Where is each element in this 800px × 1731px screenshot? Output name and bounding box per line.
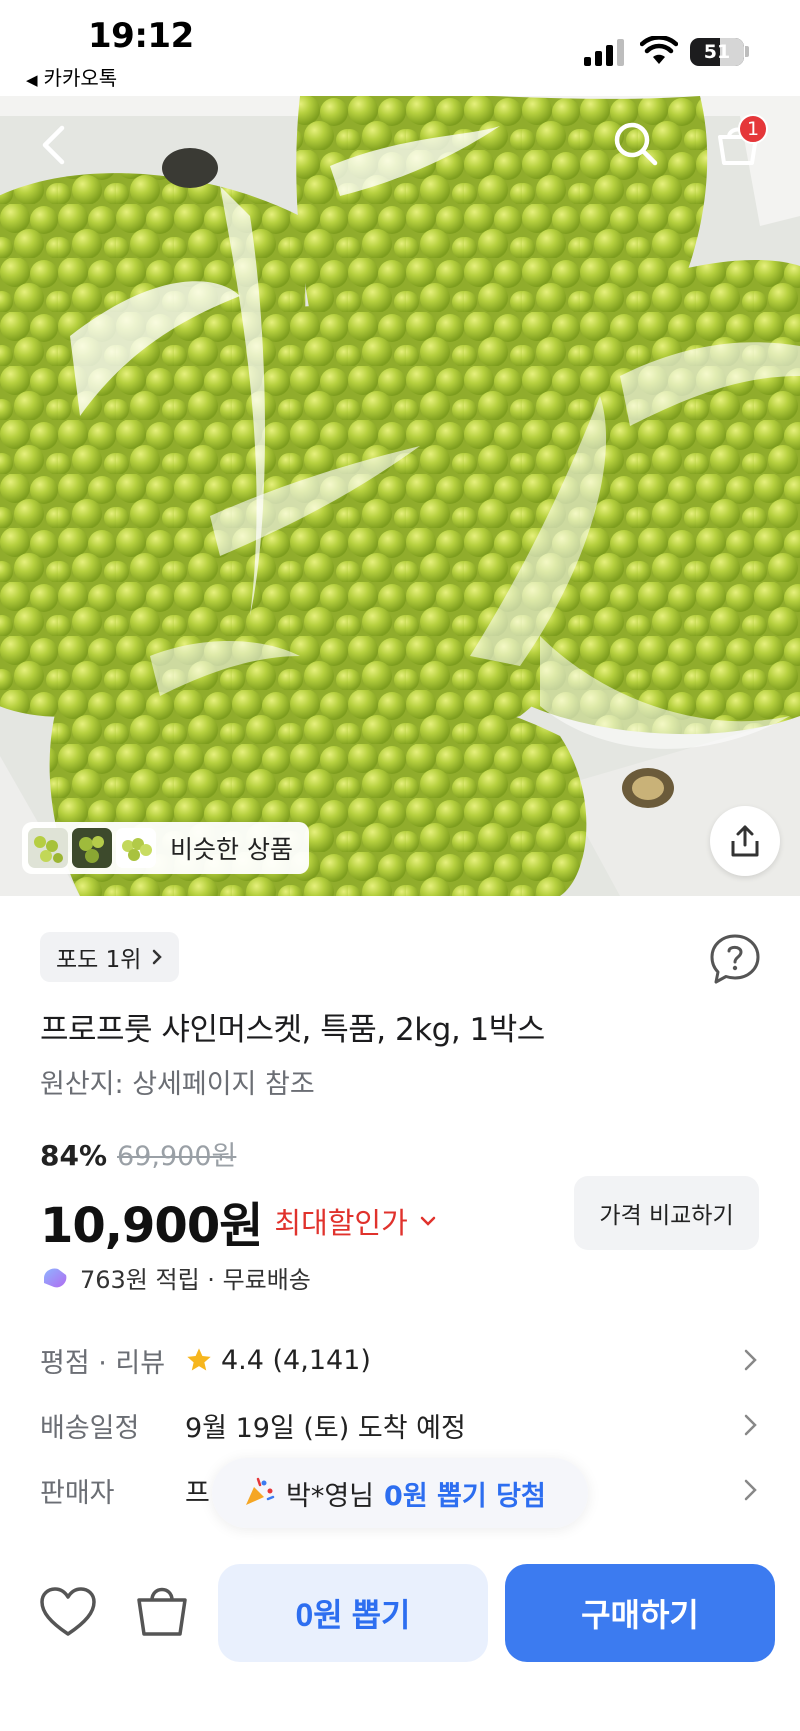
reward-text: 763원 적립 · 무료배송	[80, 1266, 311, 1294]
search-button[interactable]	[608, 116, 664, 172]
status-bar: 19:12 ◀ 카카오톡 51	[0, 0, 800, 96]
status-time: 19:12	[88, 16, 194, 56]
similar-products-chip[interactable]: 비슷한 상품	[22, 822, 309, 874]
reward-point-icon	[44, 1267, 67, 1287]
chevron-right-icon	[744, 1479, 757, 1501]
discount-rate: 84%	[40, 1139, 108, 1172]
category-rank-chip[interactable]: 포도 1위	[40, 932, 180, 982]
original-price: 69,900원	[117, 1141, 237, 1172]
origin-info: 원산지: 상세페이지 참조	[40, 1069, 315, 1100]
back-app-label: 카카오톡	[43, 66, 118, 90]
chevron-right-icon	[153, 949, 163, 965]
toast-message: 0원 뽑기 당첨	[384, 1480, 546, 1512]
win-notification-toast: 박*영님 0원 뽑기 당첨	[212, 1458, 588, 1528]
celebration-icon	[246, 1477, 275, 1505]
back-button[interactable]	[28, 120, 78, 170]
question-chat-icon[interactable]	[708, 932, 762, 986]
back-triangle-icon: ◀	[26, 71, 38, 89]
seller-value: 프	[185, 1477, 210, 1509]
price-compare-button[interactable]: 가격 비교하기	[574, 1176, 759, 1250]
battery-level: 51	[703, 41, 731, 63]
rating-review-row[interactable]: 평점 · 리뷰 4.4 (4,141)	[40, 1335, 760, 1385]
zero-won-draw-button[interactable]: 0원 뽑기	[218, 1564, 488, 1662]
max-discount-label: 최대할인가	[274, 1206, 408, 1240]
battery-cap	[745, 46, 749, 57]
rating-value: 4.4 (4,141)	[221, 1344, 371, 1376]
delivery-label: 배송일정	[40, 1412, 140, 1444]
price-row: 10,900원 최대할인가	[40, 1186, 436, 1256]
reward-row: 763원 적립 · 무료배송	[40, 1260, 311, 1295]
chevron-left-icon	[42, 125, 65, 165]
cart-button[interactable]: 1	[706, 114, 770, 174]
sale-price: 10,900원	[40, 1198, 263, 1254]
similar-thumb	[72, 828, 112, 868]
signal-icon	[584, 38, 626, 66]
toast-user-name: 박*영님	[286, 1480, 375, 1512]
delivery-schedule-row[interactable]: 배송일정 9월 19일 (토) 도착 예정	[40, 1400, 760, 1450]
chevron-down-icon	[420, 1216, 436, 1226]
shopping-bag-icon[interactable]	[134, 1580, 190, 1640]
share-button[interactable]	[710, 806, 780, 876]
grapes-photo	[0, 96, 800, 896]
share-icon	[731, 825, 759, 857]
chevron-right-icon	[744, 1349, 757, 1371]
category-rank-label: 포도 1위	[56, 947, 142, 973]
delivery-value: 9월 19일 (토) 도착 예정	[185, 1412, 466, 1444]
similar-products-label: 비슷한 상품	[170, 835, 293, 864]
buy-button[interactable]: 구매하기	[505, 1564, 775, 1662]
product-title: 프로프룻 샤인머스켓, 특품, 2kg, 1박스	[40, 1012, 545, 1048]
rating-label: 평점 · 리뷰	[40, 1347, 166, 1379]
similar-thumb	[116, 828, 156, 868]
search-icon	[614, 122, 658, 166]
battery-icon: 51	[690, 38, 744, 66]
star-icon	[187, 1348, 211, 1371]
wifi-icon	[640, 36, 678, 64]
bottom-action-bar: 0원 뽑기 구매하기	[0, 1540, 800, 1731]
heart-icon[interactable]	[38, 1584, 98, 1640]
seller-label: 판매자	[40, 1477, 115, 1509]
max-discount-dropdown[interactable]: 최대할인가	[274, 1200, 436, 1242]
chevron-right-icon	[744, 1414, 757, 1436]
discount-row: 84% 69,900원	[40, 1134, 236, 1173]
product-image[interactable]: 1 비슷한 상품	[0, 96, 800, 896]
back-to-app[interactable]: ◀ 카카오톡	[26, 62, 117, 91]
cart-badge: 1	[738, 114, 768, 144]
similar-thumb	[28, 828, 68, 868]
